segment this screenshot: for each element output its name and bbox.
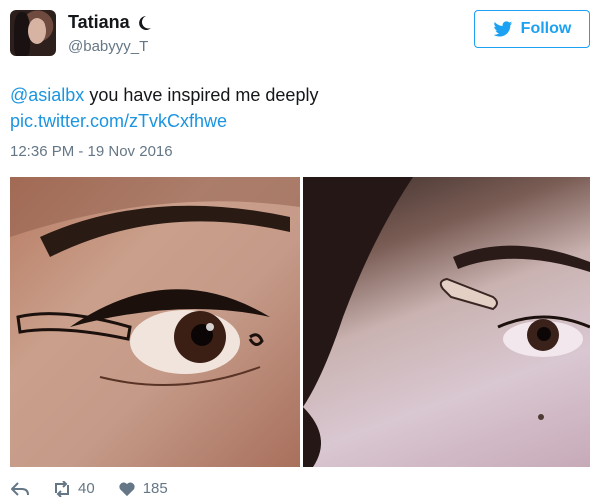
avatar-face [28, 18, 46, 44]
reply-button[interactable] [10, 481, 30, 497]
tweet-body: you have inspired me deeply [84, 85, 319, 105]
photo-right[interactable] [303, 177, 590, 467]
tweet-actions: 40 185 [10, 480, 168, 497]
heart-icon [119, 482, 135, 496]
user-handle[interactable]: @babyyy_T [68, 38, 148, 55]
eye-side-illustration [303, 177, 590, 467]
reply-icon [11, 481, 29, 496]
user-name-text: Tatiana [68, 12, 130, 32]
follow-button[interactable]: Follow [474, 10, 590, 48]
eye-closeup-illustration [10, 177, 300, 386]
timestamp[interactable]: 12:36 PM - 19 Nov 2016 [10, 143, 173, 160]
user-name[interactable]: Tatiana [68, 12, 152, 33]
mention-link[interactable]: @asialbx [10, 85, 84, 105]
photo-left[interactable] [10, 177, 300, 467]
follow-label: Follow [520, 20, 572, 37]
retweet-icon [55, 480, 69, 497]
tweet-text: @asialbx you have inspired me deeply pic… [10, 82, 318, 134]
retweet-button[interactable]: 40 [52, 480, 95, 497]
avatar[interactable] [10, 10, 56, 56]
like-button[interactable]: 185 [117, 480, 168, 497]
media-grid [10, 177, 590, 467]
crescent-moon-icon [138, 15, 152, 31]
twitter-bird-icon [493, 20, 512, 36]
retweet-count: 40 [78, 480, 95, 497]
like-count: 185 [142, 480, 168, 497]
media-link[interactable]: pic.twitter.com/zTvkCxfhwe [10, 111, 227, 131]
